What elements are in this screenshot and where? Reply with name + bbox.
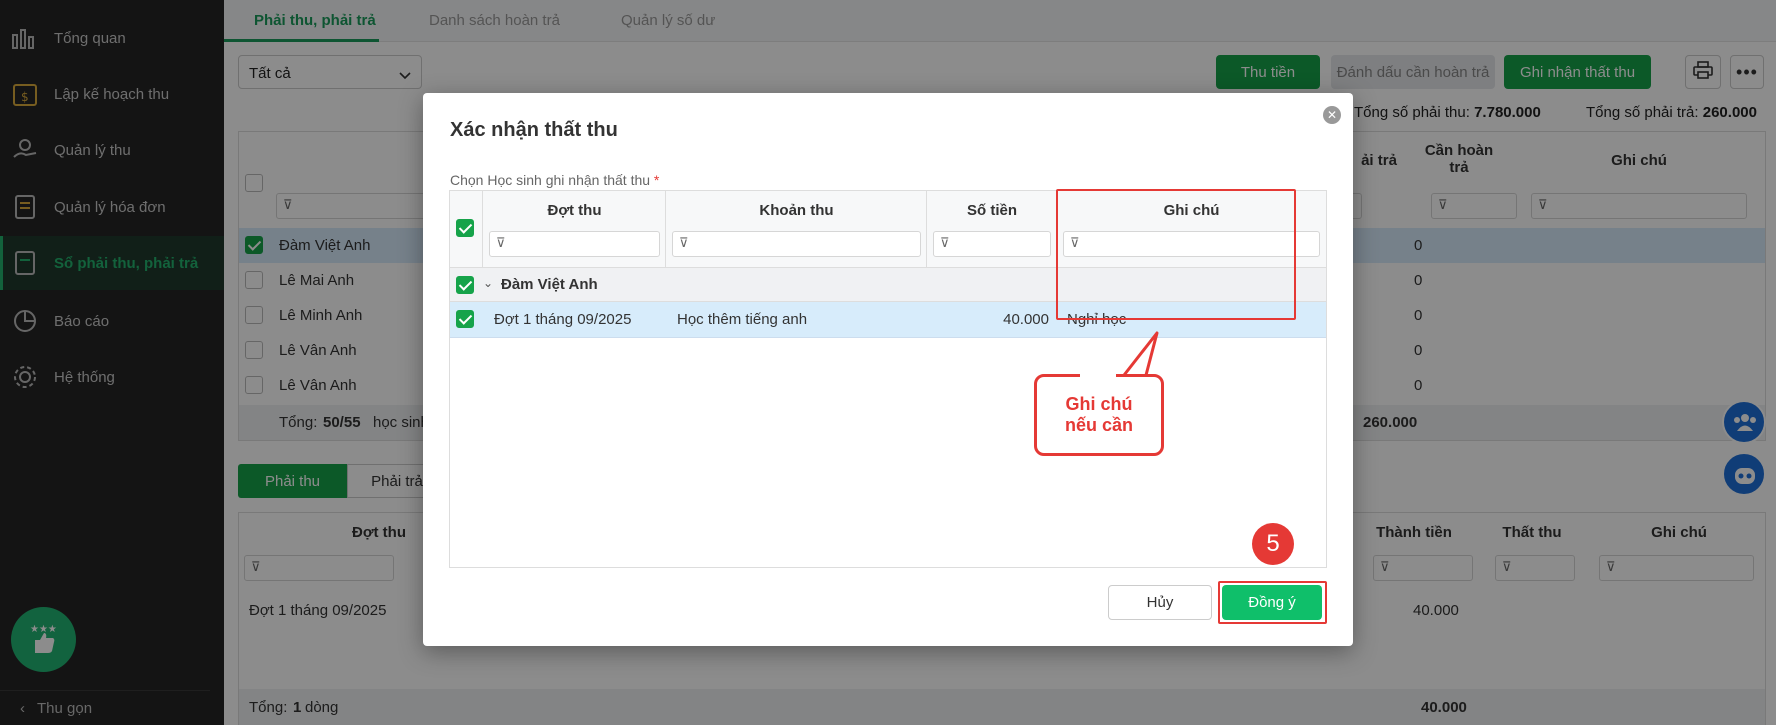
amount-filter-input[interactable] — [933, 231, 1051, 257]
amount-value: 40.000 — [1003, 311, 1049, 328]
period-value: Đợt 1 tháng 09/2025 — [494, 311, 632, 328]
group-checkbox[interactable] — [456, 276, 474, 294]
chevron-down-icon[interactable]: ⌄ — [483, 276, 493, 290]
item-value: Học thêm tiếng anh — [677, 311, 808, 328]
row-checkbox[interactable] — [456, 310, 474, 328]
period-column-header: Đợt thu — [483, 191, 666, 267]
callout-joint — [1080, 371, 1116, 379]
item-header: Khoản thu — [759, 202, 834, 219]
note-column-highlight — [1056, 189, 1296, 320]
confirm-loss-dialog: Xác nhận thất thu ✕ Chọn Học sinh ghi nh… — [423, 93, 1353, 646]
period-filter-input[interactable] — [489, 231, 660, 257]
required-mark: * — [653, 172, 660, 188]
field-label: Chọn Học sinh ghi nhận thất thu * — [450, 172, 659, 188]
dialog-title: Xác nhận thất thu — [450, 119, 618, 141]
note-callout: Ghi chú nếu cần — [1034, 374, 1164, 456]
callout-line1: Ghi chú — [1065, 394, 1133, 414]
item-filter-input[interactable] — [672, 231, 921, 257]
select-all-checkbox[interactable] — [456, 219, 474, 237]
close-icon[interactable]: ✕ — [1323, 106, 1341, 124]
callout-line2: nếu cần — [1064, 415, 1134, 435]
step-badge: 5 — [1252, 523, 1294, 565]
group-name: Đàm Việt Anh — [501, 276, 598, 293]
checkbox-column-header — [450, 191, 483, 267]
cancel-button[interactable]: Hủy — [1108, 585, 1212, 620]
period-header: Đợt thu — [547, 202, 602, 219]
item-column-header: Khoản thu — [666, 191, 927, 267]
amount-column-header: Số tiền — [927, 191, 1057, 267]
amount-header: Số tiền — [966, 202, 1017, 219]
confirm-button-highlight — [1218, 581, 1327, 624]
field-label-text: Chọn Học sinh ghi nhận thất thu — [450, 172, 651, 188]
